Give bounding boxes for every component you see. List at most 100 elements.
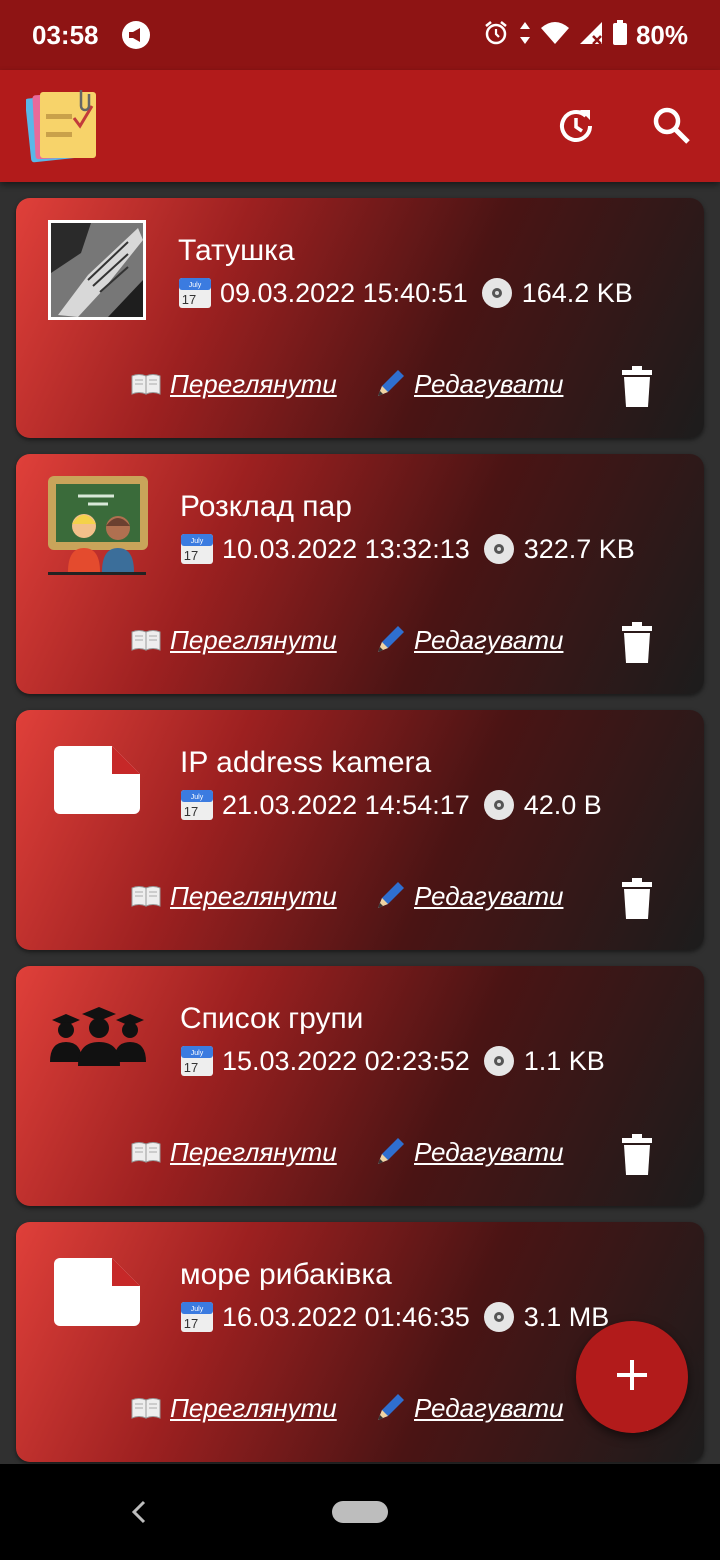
note-title: IP address kamera xyxy=(180,746,432,779)
svg-text:17: 17 xyxy=(184,1316,198,1331)
note-date: 09.03.2022 15:40:51 xyxy=(220,277,468,308)
signal-icon xyxy=(578,19,604,52)
view-link[interactable]: Переглянути xyxy=(130,1392,337,1424)
notes-list: Татушка July 17 09.03.2022 15:40:51 164.2… xyxy=(16,198,704,1478)
edit-label: Редагувати xyxy=(414,1392,564,1423)
note-actions: Переглянути Редагувати xyxy=(16,366,704,412)
disc-icon xyxy=(482,1300,516,1334)
edit-label: Редагувати xyxy=(414,368,564,399)
note-actions: Переглянути Редагувати xyxy=(16,878,704,924)
blank-file-icon xyxy=(54,744,142,816)
status-icons: 80% xyxy=(482,19,688,52)
note-card[interactable]: Розклад пар July 17 10.03.2022 13:32:13 3… xyxy=(16,454,704,694)
view-link[interactable]: Переглянути xyxy=(130,1136,337,1168)
note-size: 164.2 KB xyxy=(521,277,633,308)
note-title: Список групи xyxy=(180,1002,364,1035)
note-size: 42.0 B xyxy=(523,789,602,820)
book-icon xyxy=(130,624,162,656)
note-title: море рибаківка xyxy=(180,1258,392,1291)
pencil-icon xyxy=(374,880,406,912)
battery-icon xyxy=(612,19,628,52)
add-note-button[interactable] xyxy=(576,1321,688,1433)
pencil-icon xyxy=(374,368,406,400)
note-size: 3.1 MB xyxy=(523,1301,610,1332)
svg-text:17: 17 xyxy=(184,1060,198,1075)
svg-text:July: July xyxy=(191,1050,204,1057)
note-size: 322.7 KB xyxy=(523,533,635,564)
note-meta: July 17 15.03.2022 02:23:52 1.1 KB xyxy=(180,1044,605,1078)
book-icon xyxy=(130,1392,162,1424)
svg-text:17: 17 xyxy=(182,292,196,307)
data-arrows-icon xyxy=(518,19,532,52)
note-meta: July 17 16.03.2022 01:46:35 3.1 MB xyxy=(180,1300,609,1334)
view-label: Переглянути xyxy=(170,1136,337,1167)
pencil-icon xyxy=(374,624,406,656)
note-title: Татушка xyxy=(178,234,295,267)
note-card[interactable]: Список групи July 17 15.03.2022 02:23:52 … xyxy=(16,966,704,1206)
disc-icon xyxy=(482,788,516,822)
blank-file-icon xyxy=(54,1256,142,1328)
disc-icon xyxy=(480,276,514,310)
back-icon[interactable] xyxy=(126,1498,152,1526)
search-icon[interactable] xyxy=(648,102,696,150)
view-link[interactable]: Переглянути xyxy=(130,624,337,656)
book-icon xyxy=(130,880,162,912)
disc-icon xyxy=(482,532,516,566)
pencil-icon xyxy=(374,1392,406,1424)
edit-link[interactable]: Редагувати xyxy=(374,368,563,400)
plus-icon xyxy=(615,1358,649,1397)
note-meta: July 17 21.03.2022 14:54:17 42.0 B xyxy=(180,788,602,822)
note-date: 15.03.2022 02:23:52 xyxy=(222,1045,470,1076)
svg-text:17: 17 xyxy=(184,804,198,819)
calendar-icon: July 17 xyxy=(180,1044,214,1078)
edit-link[interactable]: Редагувати xyxy=(374,1136,563,1168)
book-icon xyxy=(130,368,162,400)
delete-icon[interactable] xyxy=(620,366,654,408)
note-actions: Переглянути Редагувати xyxy=(16,622,704,668)
calendar-icon: July 17 xyxy=(180,532,214,566)
edit-link[interactable]: Редагувати xyxy=(374,1392,563,1424)
view-link[interactable]: Переглянути xyxy=(130,368,337,400)
view-label: Переглянути xyxy=(170,880,337,911)
calendar-icon: July 17 xyxy=(180,1300,214,1334)
home-pill[interactable] xyxy=(332,1501,388,1523)
alarm-icon xyxy=(482,19,510,52)
note-card[interactable]: Татушка July 17 09.03.2022 15:40:51 164.2… xyxy=(16,198,704,438)
status-time: 03:58 xyxy=(32,19,99,50)
view-label: Переглянути xyxy=(170,368,337,399)
svg-text:17: 17 xyxy=(184,548,198,563)
edit-label: Редагувати xyxy=(414,880,564,911)
disc-icon xyxy=(482,1044,516,1078)
edit-link[interactable]: Редагувати xyxy=(374,624,563,656)
note-date: 10.03.2022 13:32:13 xyxy=(222,533,470,564)
svg-text:July: July xyxy=(191,1306,204,1313)
note-date: 21.03.2022 14:54:17 xyxy=(222,789,470,820)
book-icon xyxy=(130,1136,162,1168)
note-actions: Переглянути Редагувати xyxy=(16,1134,704,1180)
note-card[interactable]: IP address kamera July 17 21.03.2022 14:5… xyxy=(16,710,704,950)
view-link[interactable]: Переглянути xyxy=(130,880,337,912)
view-label: Переглянути xyxy=(170,1392,337,1423)
tattoo-photo xyxy=(48,220,146,320)
edit-label: Редагувати xyxy=(414,624,564,655)
megaphone-icon xyxy=(121,20,151,50)
svg-text:July: July xyxy=(191,794,204,801)
notes-logo xyxy=(25,88,102,168)
note-meta: July 17 09.03.2022 15:40:51 164.2 KB xyxy=(178,276,633,310)
note-size: 1.1 KB xyxy=(523,1045,605,1076)
pencil-icon xyxy=(374,1136,406,1168)
edit-label: Редагувати xyxy=(414,1136,564,1167)
note-meta: July 17 10.03.2022 13:32:13 322.7 KB xyxy=(180,532,635,566)
edit-link[interactable]: Редагувати xyxy=(374,880,563,912)
svg-text:July: July xyxy=(191,538,204,545)
battery-percent: 80% xyxy=(635,19,688,50)
delete-icon[interactable] xyxy=(620,878,654,920)
classroom-image xyxy=(48,476,160,576)
graduates-icon xyxy=(50,1006,148,1066)
delete-icon[interactable] xyxy=(620,1134,654,1176)
history-icon[interactable] xyxy=(552,102,600,150)
note-date: 16.03.2022 01:46:35 xyxy=(222,1301,470,1332)
note-title: Розклад пар xyxy=(180,490,352,523)
calendar-icon: July 17 xyxy=(178,276,212,310)
delete-icon[interactable] xyxy=(620,622,654,664)
